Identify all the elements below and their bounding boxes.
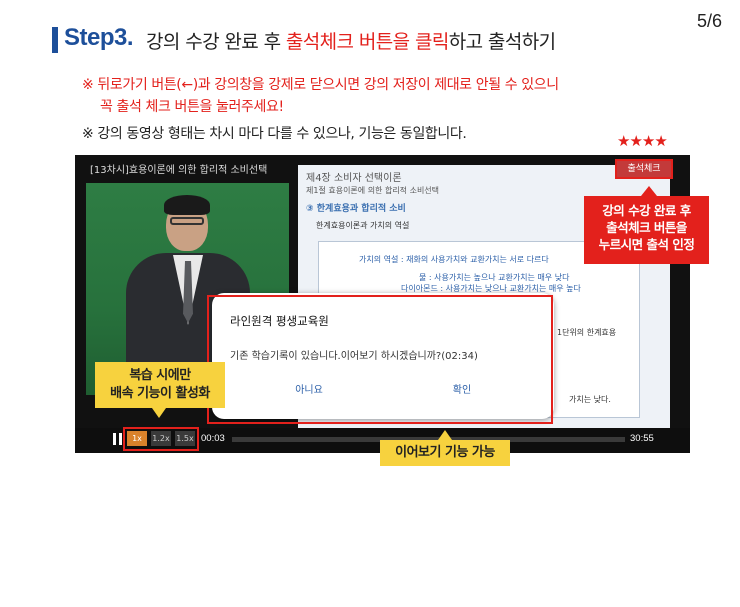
warning-note: ※ 뒤로가기 버튼(←)과 강의창을 강제로 닫으시면 강의 저장이 제대로 안… bbox=[82, 74, 559, 118]
callout-line: 배속 기능이 활성화 bbox=[110, 386, 210, 401]
callout-line: 출석체크 버튼을 bbox=[606, 220, 687, 235]
callout-arrow bbox=[641, 186, 657, 196]
total-time: 30:55 bbox=[630, 433, 654, 444]
slide-section-title: 제1절 효용이론에 의한 합리적 소비선택 bbox=[306, 186, 440, 195]
checkin-button[interactable]: 출석체크 bbox=[615, 159, 673, 179]
callout-line: 강의 수강 완료 후 bbox=[602, 203, 691, 218]
resume-callout: 이어보기 기능 가능 bbox=[380, 440, 510, 466]
lecturer-hair bbox=[164, 195, 210, 215]
star-marker-icon: ★★★★ bbox=[617, 132, 668, 150]
callout-line: 누르시면 출석 인정 bbox=[598, 237, 695, 252]
slide-line: 가치는 낮다. bbox=[569, 395, 611, 404]
slide-line: 가치의 역설 : 재화의 사용가치와 교환가치는 서로 다르다 bbox=[359, 255, 549, 264]
callout-arrow bbox=[438, 430, 452, 440]
title-text: 강의 수강 완료 후 bbox=[146, 31, 286, 53]
slide-chapter: 제4장 소비자 선택이론 bbox=[306, 173, 402, 184]
title-text-end: 하고 출석하기 bbox=[448, 31, 556, 53]
lecturer-glasses bbox=[170, 217, 204, 225]
slide-heading: ③ 한계효용과 합리적 소비 bbox=[306, 204, 406, 214]
callout-arrow bbox=[152, 408, 166, 418]
speed-highlight-frame bbox=[123, 427, 199, 451]
page-number: 5/6 bbox=[696, 11, 722, 31]
warning-line-2: 꼭 출석 체크 버튼을 눌러주세요! bbox=[100, 99, 284, 115]
checkin-callout: 강의 수강 완료 후 출석체크 버튼을 누르시면 출석 인정 bbox=[584, 196, 709, 264]
page-title: 강의 수강 완료 후 출석체크 버튼을 클릭하고 출석하기 bbox=[146, 27, 556, 54]
step-marker-bar bbox=[52, 27, 58, 53]
callout-line: 복습 시에만 bbox=[129, 368, 191, 383]
step-label: Step3. bbox=[64, 24, 134, 51]
slide-line: 1단위의 한계효용 bbox=[557, 328, 617, 337]
title-highlight: 출석체크 버튼을 클릭 bbox=[285, 31, 449, 53]
slide-subheading: 한계효용이론과 가치의 역설 bbox=[316, 221, 410, 230]
dialog-highlight-frame bbox=[207, 295, 553, 424]
info-note: ※ 강의 동영상 형태는 차시 마다 다를 수 있으나, 기능은 동일합니다. bbox=[82, 126, 467, 142]
video-title: [13차시]효용이론에 의한 합리적 소비선택 bbox=[90, 165, 268, 176]
warning-line-1: ※ 뒤로가기 버튼(←)과 강의창을 강제로 닫으시면 강의 저장이 제대로 안… bbox=[82, 77, 559, 93]
current-time: 00:03 bbox=[201, 433, 225, 444]
pause-icon[interactable] bbox=[113, 433, 122, 445]
speed-callout: 복습 시에만 배속 기능이 활성화 bbox=[95, 362, 225, 408]
slide-line: 물 : 사용가치는 높으나 교환가치는 매우 낮다 bbox=[419, 273, 570, 282]
